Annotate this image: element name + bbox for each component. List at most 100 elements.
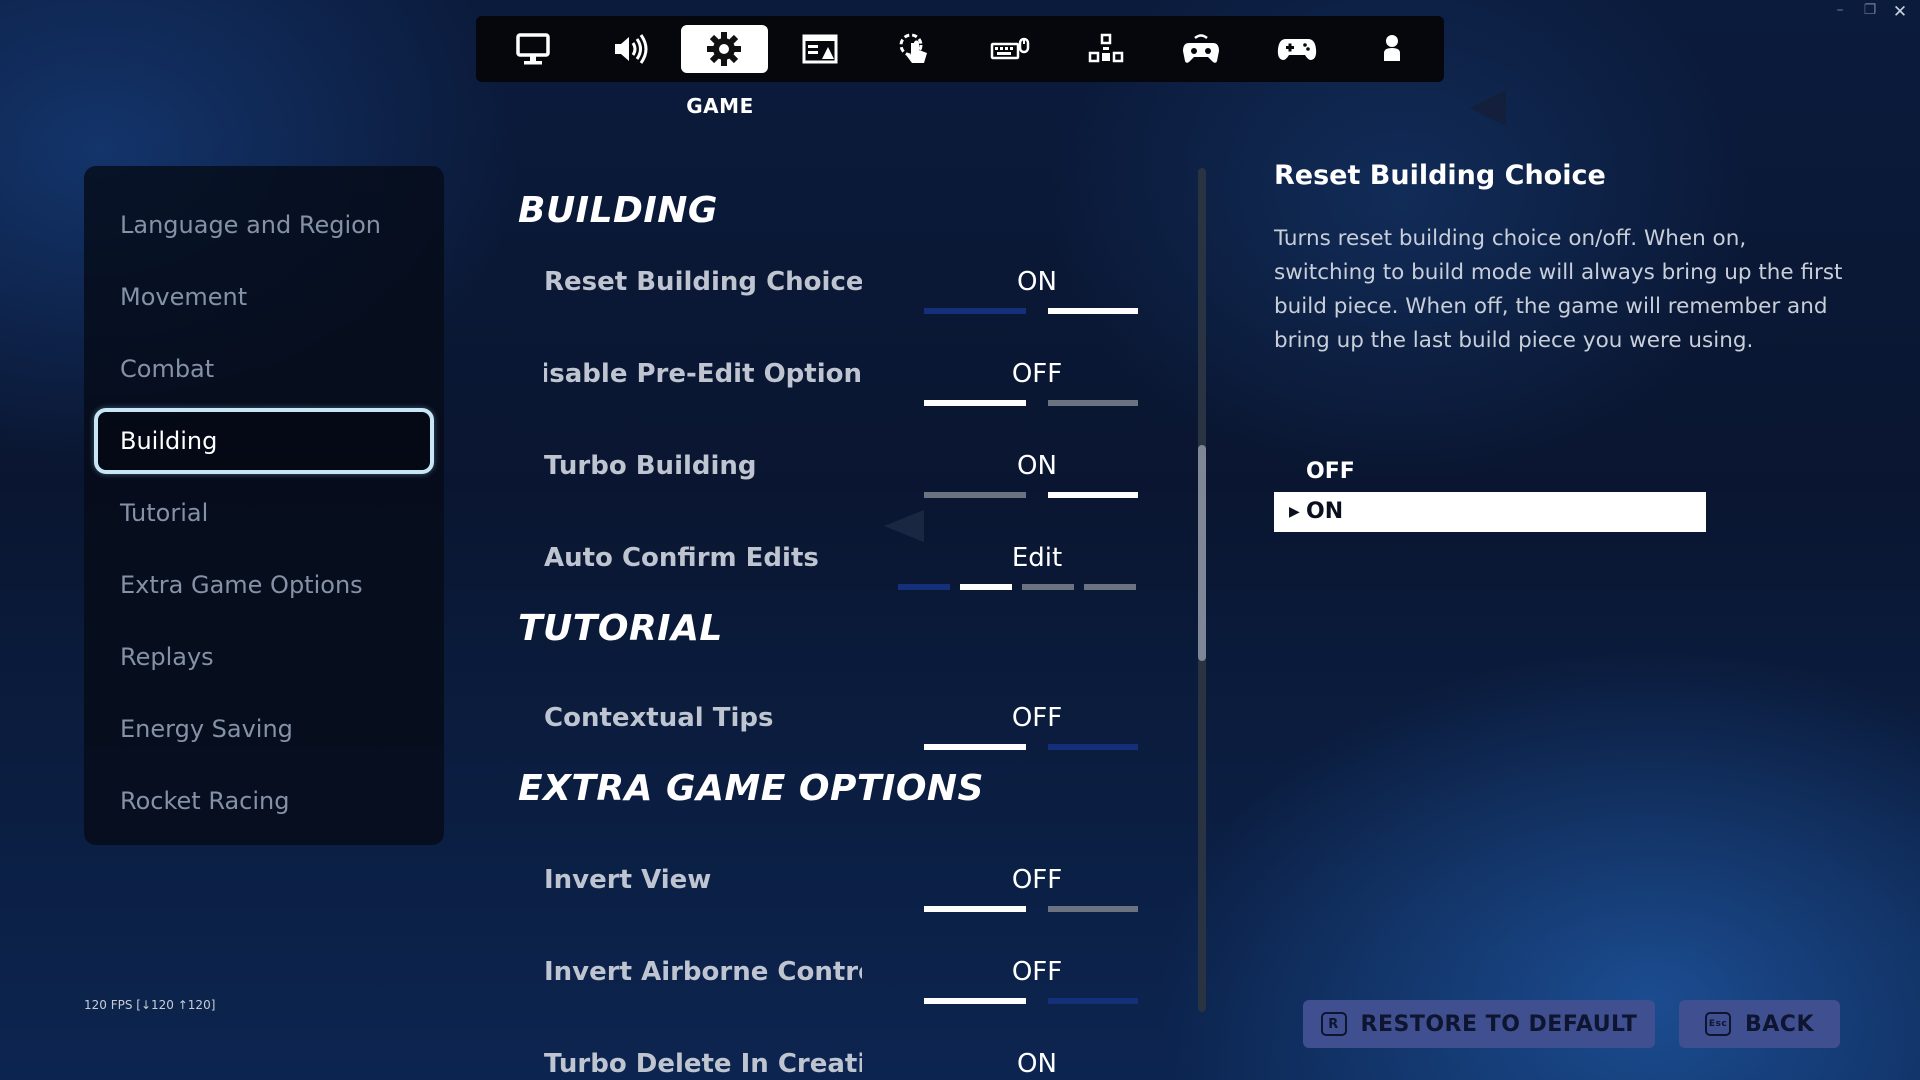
sidebar-item-language-region[interactable]: Language and Region [94,192,434,258]
settings-sidebar: Language and Region Movement Combat Buil… [84,166,444,845]
esc-key-icon: Esc [1705,1012,1731,1036]
active-tab-caption: GAME [686,94,754,118]
keyboard-mouse-icon [991,37,1030,60]
tab-display[interactable] [490,25,577,73]
touch-icon [899,33,928,63]
option-segment [924,308,1026,314]
minimize-button[interactable]: – [1832,2,1848,22]
back-label: BACK [1745,1011,1814,1037]
wireless-controller-icon [1183,34,1220,63]
settings-scrollbar-thumb[interactable] [1198,445,1206,661]
option-segment [924,998,1026,1004]
setting-value[interactable]: OFF [902,850,1138,910]
setting-value[interactable]: ON [902,1034,1138,1080]
option-off[interactable]: OFF [1274,452,1706,492]
sidebar-item-tutorial[interactable]: Tutorial [94,480,434,546]
fps-counter: 120 FPS [↓120 ↑120] [84,998,216,1012]
setting-row-turbo-building[interactable]: Turbo Building ON [518,436,1138,528]
description-title: Reset Building Choice [1274,160,1606,191]
tab-accessibility[interactable] [776,25,863,73]
setting-label: Turbo Building [544,451,757,481]
option-indicator [898,584,1138,590]
setting-label: Invert View [544,865,712,895]
description-body: Turns reset building choice on/off. When… [1274,226,1843,353]
tab-account[interactable] [1349,25,1436,73]
setting-value[interactable]: OFF [902,344,1138,404]
setting-row-disable-pre-edit[interactable]: Disable Pre-Edit Option OFF [518,344,1138,436]
option-label: OFF [1306,459,1355,484]
sidebar-item-combat[interactable]: Combat [94,336,434,402]
sidebar-item-replays[interactable]: Replays [94,624,434,690]
tab-controller-layout[interactable] [1062,25,1149,73]
section-title-building: BUILDING [518,189,718,231]
controller-layout-icon [1088,33,1124,63]
sidebar-item-extra-game-options[interactable]: Extra Game Options [94,552,434,618]
setting-row-auto-confirm-edits[interactable]: Auto Confirm Edits Edit [518,528,1138,620]
option-indicator [902,492,1138,498]
r-key-icon: R [1320,1012,1347,1036]
setting-row-contextual-tips[interactable]: Contextual Tips OFF [518,688,1138,780]
tab-keyboard-mouse[interactable] [967,25,1054,73]
option-indicator [902,744,1138,750]
sidebar-item-movement[interactable]: Movement [94,264,434,330]
sidebar-item-energy-saving[interactable]: Energy Saving [94,696,434,762]
caret-right-icon: ▶ [1289,504,1300,520]
option-segment [1084,584,1136,590]
setting-label: Disable Pre-Edit Option [544,359,862,389]
setting-label: Contextual Tips [544,703,774,733]
option-label: ON [1306,499,1344,524]
setting-value[interactable]: OFF [902,942,1138,1002]
option-indicator [902,308,1138,314]
setting-value[interactable]: OFF [902,688,1138,748]
setting-label: Auto Confirm Edits [544,543,819,573]
monitor-icon [516,33,551,65]
option-indicator [902,906,1138,912]
tab-audio[interactable] [585,25,672,73]
option-segment [924,906,1026,912]
option-segment [924,492,1026,498]
settings-list: BUILDING Reset Building Choice ON Disabl… [518,166,1138,1080]
option-segment [960,584,1012,590]
option-segment [1048,308,1138,314]
setting-label: Reset Building Choice [544,267,862,297]
person-icon [1384,35,1401,61]
option-segment [1048,906,1138,912]
tab-wireless-controller[interactable] [1158,25,1245,73]
gamepad-icon [1277,39,1316,60]
back-button[interactable]: Esc BACK [1679,1000,1840,1048]
setting-value[interactable]: Edit [902,528,1138,588]
decorative-triangle [1470,90,1506,126]
option-segment [1048,744,1138,750]
option-indicator [902,400,1138,406]
option-indicator [902,998,1138,1004]
close-window-button[interactable]: ✕ [1892,2,1908,22]
restore-label: RESTORE TO DEFAULT [1360,1011,1638,1037]
setting-value[interactable]: ON [902,252,1138,312]
restore-window-button[interactable]: ❐ [1862,2,1878,22]
option-segment [924,744,1026,750]
gear-icon [707,32,742,66]
sidebar-item-rocket-racing[interactable]: Rocket Racing [94,768,434,834]
option-segment [924,400,1026,406]
option-segment [1048,998,1138,1004]
option-list: OFF ▶ ON [1274,452,1706,532]
setting-row-invert-view[interactable]: Invert View OFF [518,850,1138,942]
accessibility-icon [802,34,838,64]
settings-tab-bar [476,16,1444,82]
setting-label: Turbo Delete In Creative [544,1049,862,1079]
option-on[interactable]: ▶ ON [1274,492,1706,532]
restore-to-default-button[interactable]: R RESTORE TO DEFAULT [1303,1000,1655,1048]
setting-row-reset-building-choice[interactable]: Reset Building Choice ON [518,252,1138,344]
option-segment [1022,584,1074,590]
tab-game[interactable] [680,25,768,73]
setting-row-invert-airborne-controls[interactable]: Invert Airborne Controls OFF [518,942,1138,1034]
setting-value[interactable]: ON [902,436,1138,496]
option-segment [898,584,950,590]
option-segment [1048,400,1138,406]
option-segment [1048,492,1138,498]
tab-touch[interactable] [872,25,959,73]
speaker-icon [614,34,648,64]
tab-controller[interactable] [1253,25,1340,73]
sidebar-item-building[interactable]: Building [94,408,434,474]
setting-row-turbo-delete-creative[interactable]: Turbo Delete In Creative ON [518,1034,1138,1080]
